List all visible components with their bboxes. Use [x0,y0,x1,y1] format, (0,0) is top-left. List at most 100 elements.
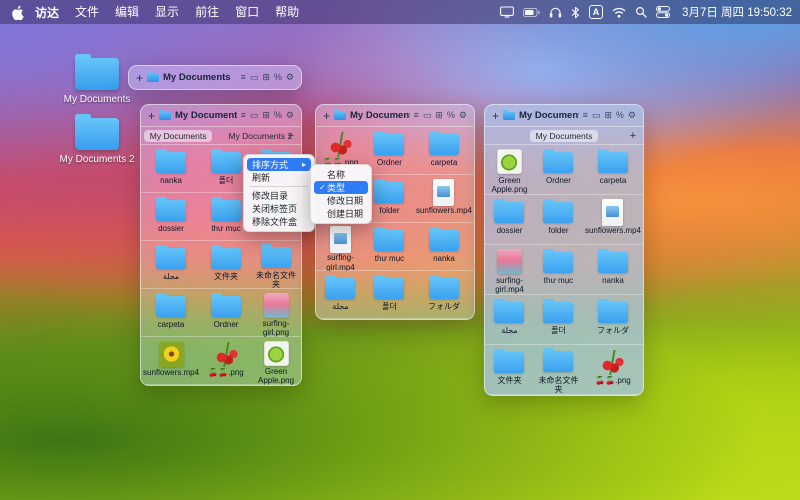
file-item[interactable]: nanka [141,145,201,193]
file-item[interactable]: Ordner [365,127,414,175]
context-menu-item-item[interactable]: 修改目录 [247,189,311,202]
file-item[interactable]: folder [534,195,583,245]
file-item[interactable]: nanka [583,245,643,295]
file-item[interactable]: 未命名文件夹 [251,241,301,289]
menu-bar-status: A 3月7日 周四 19:50:32 [500,4,792,20]
grid-view-icon[interactable]: ⊞ [262,111,270,120]
menu-item-item[interactable]: 显示 [147,5,187,19]
file-item[interactable]: مجلة [316,271,365,319]
list-view-icon[interactable]: ≡ [241,73,246,82]
battery-icon[interactable] [523,8,540,17]
list-view-icon[interactable]: ≡ [414,111,419,120]
sort-icon[interactable]: % [447,111,455,120]
bluetooth-icon[interactable] [571,6,580,19]
sort-icon[interactable]: % [274,73,282,82]
file-item[interactable]: フォルダ [414,271,474,319]
file-box-header: + My Documents 2 ≡ ▭⊞% ⚙ [316,105,474,127]
sort-icon[interactable]: % [274,111,282,120]
add-tab-button[interactable]: + [148,110,155,122]
file-item[interactable]: 🍒🍒.png [583,345,643,395]
file-item[interactable]: thư mục [534,245,583,295]
file-item[interactable]: 文件夹 [201,241,251,289]
file-item[interactable]: carpeta [414,127,474,175]
screen-mirroring-icon[interactable] [500,6,514,18]
menu-bar-clock[interactable]: 3月7日 周四 19:50:32 [682,4,792,20]
file-item[interactable]: surfing-girl.mp4 [316,223,365,271]
gallery-view-icon[interactable]: ▭ [250,111,259,120]
menu-item-label: 关闭标签页 [252,202,306,215]
tab-my-documents[interactable]: My Documents [530,130,599,142]
app-menu-finder[interactable]: 访达 [27,4,67,21]
file-item[interactable]: Ordner [201,289,251,337]
context-menu-item-item[interactable]: 移除文件盒 [247,215,311,228]
file-item[interactable]: مجلة [485,295,534,345]
file-item[interactable]: thư mục [365,223,414,271]
file-item[interactable]: dossier [485,195,534,245]
file-item[interactable]: carpeta [583,145,643,195]
apple-menu[interactable] [12,5,25,20]
file-item[interactable]: مجلة [141,241,201,289]
file-item-label: Ordner [201,320,251,330]
menu-item-item[interactable]: 帮助 [267,5,307,19]
desktop-icon[interactable]: My Documents 2 [51,118,143,166]
file-item[interactable]: sunflowers.mp4 [583,195,643,245]
sort-icon[interactable]: % [616,111,624,120]
control-center-icon[interactable] [656,6,670,18]
tab-my-documents[interactable]: My Documents [144,130,213,142]
list-view-icon[interactable]: ≡ [583,111,588,120]
context-menu-item-item[interactable]: 刷新 [247,171,311,184]
add-tab-button[interactable]: + [288,130,294,142]
file-item[interactable]: carpeta [141,289,201,337]
gallery-view-icon[interactable]: ▭ [423,111,432,120]
settings-gear-icon[interactable]: ⚙ [286,73,294,82]
file-item[interactable]: 文件夹 [485,345,534,395]
submenu-item-item[interactable]: 创建日期 [314,207,368,220]
context-menu-item-item[interactable]: 排序方式▸ [247,158,311,171]
grid-view-icon[interactable]: ⊞ [435,111,443,120]
grid-view-icon[interactable]: ⊞ [604,111,612,120]
settings-gear-icon[interactable]: ⚙ [459,111,467,120]
gallery-view-icon[interactable]: ▭ [250,73,259,82]
menu-item-item[interactable]: 文件 [67,5,107,19]
file-item-icon-area [543,348,573,376]
file-item[interactable]: Green Apple.png [251,337,301,385]
file-item[interactable]: 未命名文件夹 [534,345,583,395]
file-item[interactable]: dossier [141,193,201,241]
file-item[interactable]: folder [365,175,414,223]
wifi-icon[interactable] [612,7,626,18]
context-menu-item-item[interactable]: 关闭标签页 [247,202,311,215]
grid-view-icon[interactable]: ⊞ [262,73,270,82]
add-tab-button[interactable]: + [136,72,143,84]
file-item[interactable]: Ordner [534,145,583,195]
add-tab-button[interactable]: + [630,130,636,142]
menu-item-item[interactable]: 编辑 [107,5,147,19]
add-tab-button[interactable]: + [492,110,499,122]
menu-item-item[interactable]: 窗口 [227,5,267,19]
file-item[interactable]: 🍒🍒.png [201,337,251,385]
input-source-icon[interactable]: A [589,5,603,19]
headphones-icon[interactable] [549,6,562,18]
file-item[interactable]: sunflowers.mp4 [414,175,474,223]
submenu-item-item[interactable]: 修改日期 [314,194,368,207]
list-view-icon[interactable]: ≡ [241,111,246,120]
menu-item-item[interactable]: 前往 [187,5,227,19]
file-item[interactable]: surfing-girl.mp4 [485,245,534,295]
submenu-item-item[interactable]: 名称 [314,168,368,181]
file-item[interactable]: Green Apple.png [485,145,534,195]
add-tab-button[interactable]: + [323,110,330,122]
settings-gear-icon[interactable]: ⚙ [628,111,636,120]
search-icon[interactable] [635,6,647,18]
file-item[interactable]: nanka [414,223,474,271]
file-item-label: dossier [141,224,201,234]
collapsed-file-box[interactable]: + My Documents ≡▭⊞%⚙ [128,65,302,90]
file-item[interactable]: sunflowers.mp4 [141,337,201,385]
folder-icon [429,230,459,251]
submenu-item-item[interactable]: ✓类型 [314,181,368,194]
settings-gear-icon[interactable]: ⚙ [286,111,294,120]
file-item[interactable]: 폴더 [365,271,414,319]
file-item[interactable]: フォルダ [583,295,643,345]
file-item[interactable]: 폴더 [534,295,583,345]
gallery-view-icon[interactable]: ▭ [592,111,601,120]
file-box-title: My Documents 2 [350,110,410,121]
file-item[interactable]: surfing-girl.png [251,289,301,337]
